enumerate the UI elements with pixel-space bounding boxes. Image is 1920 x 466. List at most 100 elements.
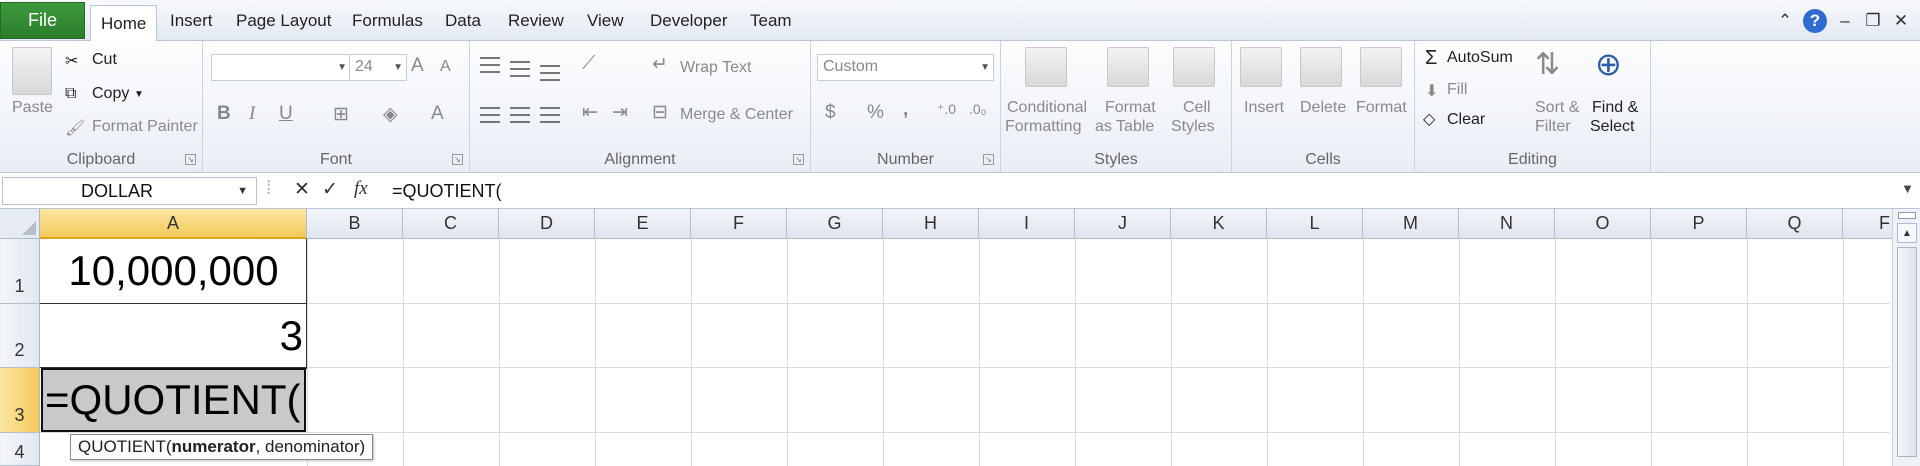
clear-button[interactable]: Clear (1447, 111, 1485, 129)
scroll-thumb[interactable] (1897, 247, 1917, 457)
cancel-formula-icon[interactable]: ✕ (294, 178, 310, 201)
clipboard-launcher-icon[interactable]: ↘ (185, 154, 196, 165)
tab-team[interactable]: Team (740, 0, 802, 41)
vertical-scrollbar[interactable]: ▲ (1892, 209, 1920, 466)
number-format-select[interactable]: Custom ▼ (817, 54, 994, 81)
underline-button[interactable]: U (279, 103, 293, 125)
minimize-window-icon[interactable]: – (1832, 8, 1858, 34)
shrink-font-icon[interactable]: A (440, 58, 451, 76)
column-header-q[interactable]: Q (1747, 209, 1843, 239)
conditional-formatting-label-2[interactable]: Formatting (1005, 118, 1081, 136)
tab-view[interactable]: View (577, 0, 634, 41)
cell-a3[interactable]: =QUOTIENT( (41, 368, 306, 432)
tab-data[interactable]: Data (435, 0, 491, 41)
find-select-label-1[interactable]: Find & (1592, 99, 1638, 117)
column-header-n[interactable]: N (1459, 209, 1555, 239)
column-header-r[interactable]: F (1843, 209, 1892, 239)
column-header-o[interactable]: O (1555, 209, 1651, 239)
format-as-table-label-2[interactable]: as Table (1095, 118, 1154, 136)
row-header-3[interactable]: 3 (0, 368, 40, 433)
column-header-d[interactable]: D (499, 209, 595, 239)
delete-cells-button[interactable]: Delete (1300, 99, 1346, 117)
tooltip-arg-rest[interactable]: , denominator) (256, 437, 366, 456)
paste-button[interactable]: Paste (12, 99, 53, 117)
row-header-2[interactable]: 2 (0, 304, 40, 368)
column-header-j[interactable]: J (1075, 209, 1171, 239)
insert-function-icon[interactable]: fx (354, 178, 368, 200)
comma-button[interactable]: , (903, 99, 908, 121)
column-header-i[interactable]: I (979, 209, 1075, 239)
font-launcher-icon[interactable]: ↘ (452, 154, 463, 165)
borders-icon[interactable]: ⊞ (333, 103, 349, 126)
fill-color-icon[interactable]: ◈ (383, 103, 398, 126)
tab-home[interactable]: Home (90, 5, 158, 42)
enter-formula-icon[interactable]: ✓ (322, 178, 338, 201)
format-painter-button[interactable]: Format Painter (92, 118, 198, 136)
select-all-button[interactable] (0, 209, 40, 239)
conditional-formatting-label-1[interactable]: Conditional (1007, 99, 1087, 117)
align-bottom-icon[interactable] (540, 65, 560, 81)
orientation-icon[interactable]: ⟋ (582, 53, 595, 75)
insert-cells-button[interactable]: Insert (1244, 99, 1284, 117)
copy-dropdown-icon[interactable]: ▼ (134, 89, 144, 100)
restore-window-icon[interactable]: ❐ (1860, 8, 1886, 34)
align-right-icon[interactable] (540, 107, 560, 123)
minimize-ribbon-icon[interactable]: ⌃ (1772, 8, 1798, 34)
copy-button[interactable]: Copy (92, 85, 129, 103)
column-header-c[interactable]: C (403, 209, 499, 239)
autosum-button[interactable]: AutoSum (1447, 49, 1513, 67)
cell-a2[interactable]: 3 (41, 304, 303, 368)
column-header-k[interactable]: K (1171, 209, 1267, 239)
cell-styles-label-2[interactable]: Styles (1171, 118, 1215, 136)
formula-input[interactable]: =QUOTIENT( (385, 177, 1890, 205)
decrease-decimal-icon[interactable]: .0₀ (969, 101, 987, 117)
cell-styles-label-1[interactable]: Cell (1183, 99, 1211, 117)
close-window-icon[interactable]: ✕ (1888, 8, 1914, 34)
column-header-p[interactable]: P (1651, 209, 1747, 239)
increase-indent-icon[interactable]: ⇥ (612, 101, 628, 124)
increase-decimal-icon[interactable]: ⁺.0 (937, 101, 956, 118)
align-middle-icon[interactable] (510, 61, 530, 77)
split-box[interactable] (1898, 212, 1916, 219)
grow-font-icon[interactable]: A (411, 55, 424, 77)
fill-button[interactable]: Fill (1447, 81, 1467, 99)
column-header-a[interactable]: A (40, 209, 307, 239)
chevron-down-icon[interactable]: ▼ (237, 185, 248, 197)
italic-button[interactable]: I (249, 103, 255, 125)
bold-button[interactable]: B (217, 103, 231, 125)
align-left-icon[interactable] (480, 107, 500, 123)
column-header-h[interactable]: H (883, 209, 979, 239)
tooltip-arg-numerator[interactable]: numerator (172, 437, 256, 456)
tab-insert[interactable]: Insert (160, 0, 223, 41)
column-header-e[interactable]: E (595, 209, 691, 239)
align-top-icon[interactable] (480, 57, 500, 73)
tab-review[interactable]: Review (498, 0, 574, 41)
column-header-g[interactable]: G (787, 209, 883, 239)
tab-developer[interactable]: Developer (640, 0, 738, 41)
column-header-f[interactable]: F (691, 209, 787, 239)
tooltip-function-name[interactable]: QUOTIENT( (78, 437, 172, 456)
decrease-indent-icon[interactable]: ⇤ (582, 101, 598, 124)
column-header-m[interactable]: M (1363, 209, 1459, 239)
currency-button[interactable]: $ (825, 102, 836, 124)
tab-file[interactable]: File (0, 2, 85, 39)
merge-center-button[interactable]: Merge & Center (680, 106, 793, 124)
font-color-icon[interactable]: A (431, 103, 444, 125)
alignment-launcher-icon[interactable]: ↘ (793, 154, 804, 165)
expand-formula-bar-icon[interactable]: ▼ (1901, 181, 1914, 196)
font-name-select[interactable]: ▼ (211, 54, 351, 81)
align-center-icon[interactable] (510, 107, 530, 123)
help-icon[interactable]: ? (1802, 8, 1828, 34)
row-header-4[interactable]: 4 (0, 433, 40, 466)
wrap-text-button[interactable]: Wrap Text (680, 59, 751, 77)
cut-button[interactable]: Cut (92, 51, 117, 69)
row-header-1[interactable]: 1 (0, 239, 40, 304)
tab-formulas[interactable]: Formulas (342, 0, 433, 41)
column-header-b[interactable]: B (307, 209, 403, 239)
number-launcher-icon[interactable]: ↘ (983, 154, 994, 165)
name-box[interactable]: DOLLAR ▼ (2, 177, 257, 205)
find-select-label-2[interactable]: Select (1590, 118, 1634, 136)
percent-button[interactable]: % (867, 102, 884, 124)
sort-filter-label-2[interactable]: Filter (1535, 118, 1571, 136)
cell-a1[interactable]: 10,000,000 (41, 239, 306, 303)
